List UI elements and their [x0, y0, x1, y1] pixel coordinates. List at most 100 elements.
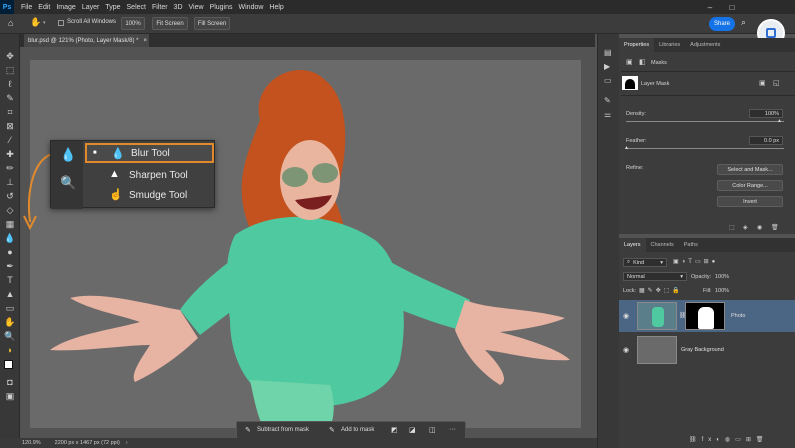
blur-tool-icon[interactable]: 💧	[4, 232, 16, 244]
share-button[interactable]: Share	[709, 17, 735, 31]
feather-mask-icon[interactable]: ◫	[429, 426, 436, 434]
select-and-mask-button[interactable]: Select and Mask...	[717, 164, 783, 175]
blend-mode-select[interactable]: Normal ▾	[623, 272, 687, 281]
fit-screen-button[interactable]: Fit Screen	[152, 17, 188, 30]
slider-handle-icon[interactable]: ▲	[624, 145, 629, 151]
color-range-button[interactable]: Color Range...	[717, 180, 783, 191]
comments-icon[interactable]: ▭	[604, 76, 612, 85]
clone-stamp-icon[interactable]: ⊥	[4, 176, 16, 188]
gray-layer-thumbnail	[637, 336, 677, 364]
menu-image[interactable]: Image	[53, 4, 78, 11]
smudge-tool-item[interactable]: ☝ Smudge Tool	[85, 185, 214, 205]
scroll-all-checkbox[interactable]	[58, 20, 64, 26]
eraser-tool-icon[interactable]: ◇	[4, 204, 16, 216]
tab-adjustments[interactable]: Adjustments	[685, 38, 725, 52]
layer-actions-icons[interactable]: ⛓fx◐◍▭⊞🗑	[689, 436, 768, 443]
more-options-icon[interactable]: ···	[449, 426, 456, 433]
invert-button[interactable]: Invert	[717, 196, 783, 207]
maximize-icon[interactable]: □	[722, 0, 742, 14]
eye-icon[interactable]: ◉	[623, 312, 629, 320]
layer-mask-thumbnail[interactable]	[685, 302, 725, 330]
tab-channels[interactable]: Channels	[646, 238, 679, 252]
invert-mask-icon[interactable]: ◪	[409, 426, 416, 434]
menu-help[interactable]: Help	[266, 4, 286, 11]
apply-mask-icon[interactable]: ◈	[743, 224, 748, 231]
sharpen-tool-item[interactable]: ▲ Sharpen Tool	[85, 165, 214, 185]
lasso-tool-icon[interactable]: ℓ	[4, 78, 16, 90]
rectangle-tool-icon[interactable]: ▭	[4, 302, 16, 314]
dodge-tool-icon[interactable]: ●	[4, 246, 16, 258]
layer-mask-label: Layer Mask	[641, 81, 670, 87]
crop-tool-icon[interactable]: ⌗	[4, 106, 16, 118]
frame-tool-icon[interactable]: ⊠	[4, 120, 16, 132]
menu-layer[interactable]: Layer	[79, 4, 103, 11]
feather-slider[interactable]	[626, 148, 784, 149]
tab-paths[interactable]: Paths	[679, 238, 703, 252]
hand-tool-icon[interactable]: ✋	[4, 316, 16, 328]
move-tool-icon[interactable]: ✥	[4, 50, 16, 62]
marquee-tool-icon[interactable]: ⬚	[4, 64, 16, 76]
brush-settings-icon[interactable]: ✎	[604, 96, 611, 105]
close-icon[interactable]: ×	[143, 38, 147, 44]
layer-filter-icons[interactable]: ▣◑T▭⊞●	[673, 258, 718, 265]
fill-screen-button[interactable]: Fill Screen	[194, 17, 230, 30]
quick-mask-icon[interactable]: ◘	[4, 376, 16, 388]
density-field[interactable]: 100%	[749, 109, 783, 118]
document-tab[interactable]: blur.psd @ 121% (Photo, Layer Mask/8) * …	[24, 34, 149, 47]
add-to-mask-button[interactable]: Add to mask	[341, 427, 374, 433]
chevron-right-icon[interactable]: ›	[126, 440, 128, 446]
home-icon[interactable]: ⌂	[8, 18, 13, 28]
tab-layers[interactable]: Layers	[619, 238, 646, 252]
play-action-icon[interactable]: ▶	[604, 62, 610, 71]
pen-tool-icon[interactable]: ✒	[4, 260, 16, 272]
type-tool-icon[interactable]: T	[4, 274, 16, 286]
eye-icon[interactable]: ◉	[623, 346, 629, 354]
foreground-color-swatch[interactable]	[4, 360, 13, 369]
search-icon[interactable]: ⌕	[741, 17, 746, 28]
minimize-icon[interactable]: –	[700, 0, 720, 14]
menu-select[interactable]: Select	[124, 4, 149, 11]
fill-value[interactable]: 100%	[715, 288, 729, 294]
zoom-level[interactable]: 120.9%	[22, 440, 41, 446]
menu-window[interactable]: Window	[236, 4, 267, 11]
menu-3d[interactable]: 3D	[171, 4, 186, 11]
delete-icon[interactable]: 🗑	[771, 224, 779, 231]
blur-tool-item[interactable]: ■ 💧 Blur Tool	[85, 143, 214, 163]
zoom-tool-icon[interactable]: 🔍	[4, 330, 16, 342]
brush-tool-icon[interactable]: ✏	[4, 162, 16, 174]
menu-edit[interactable]: Edit	[35, 4, 53, 11]
tab-libraries[interactable]: Libraries	[654, 38, 685, 52]
layer-row-photo[interactable]: ◉ ⛓ Photo	[619, 300, 795, 332]
slider-handle-icon[interactable]: ▲	[777, 118, 782, 124]
chevron-down-icon[interactable]: ▾	[43, 20, 46, 26]
opacity-value[interactable]: 100%	[715, 274, 729, 280]
feather-field[interactable]: 0.0 px	[749, 136, 783, 145]
filter-kind-select[interactable]: ⌕ Kind ▾	[623, 258, 667, 267]
layer-row-gray-background[interactable]: ◉ Gray Background	[619, 334, 795, 366]
load-selection-icon[interactable]: ⬚	[729, 224, 735, 231]
history-brush-icon[interactable]: ↺	[4, 190, 16, 202]
eyedropper-icon[interactable]: ⁄	[4, 134, 16, 146]
tab-properties[interactable]: Properties	[619, 38, 655, 52]
adjust-sliders-icon[interactable]: ⚌	[604, 110, 611, 119]
menu-file[interactable]: File	[18, 4, 35, 11]
gradient-tool-icon[interactable]: ▦	[4, 218, 16, 230]
path-select-icon[interactable]: ▲	[4, 288, 16, 300]
history-icon[interactable]: ▤	[604, 48, 612, 57]
menu-type[interactable]: Type	[102, 4, 123, 11]
zoom-100-button[interactable]: 100%	[121, 17, 145, 30]
lock-icons[interactable]: ▦✎✥⬚🔒	[639, 287, 683, 294]
edit-toolbar-icon[interactable]: ◗	[4, 344, 16, 356]
menu-view[interactable]: View	[186, 4, 207, 11]
healing-brush-icon[interactable]: ✚	[4, 148, 16, 160]
menu-plugins[interactable]: Plugins	[207, 4, 236, 11]
subtract-from-mask-button[interactable]: Subtract from mask	[257, 427, 309, 433]
mask-options-icon[interactable]: ◩	[391, 426, 398, 434]
density-slider[interactable]	[626, 121, 784, 122]
visibility-icon[interactable]: ◉	[757, 224, 762, 231]
select-pixel-mask-icon[interactable]: ▣	[759, 79, 766, 87]
menu-filter[interactable]: Filter	[149, 4, 171, 11]
quick-select-icon[interactable]: ✎	[4, 92, 16, 104]
screen-mode-icon[interactable]: ▣	[4, 390, 16, 402]
vector-mask-add-icon[interactable]: ◱	[773, 79, 780, 87]
